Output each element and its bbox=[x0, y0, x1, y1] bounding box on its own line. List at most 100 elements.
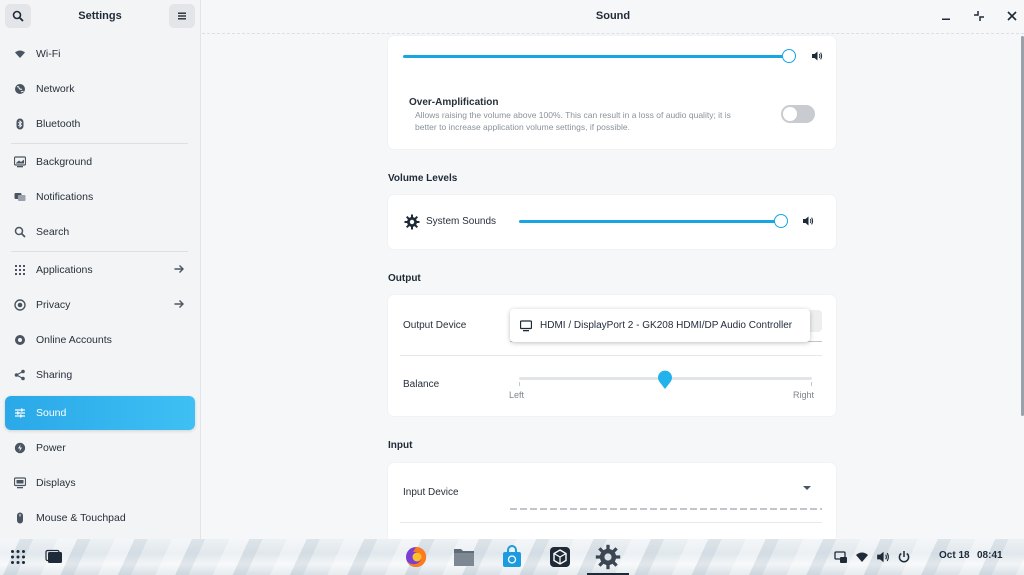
sidebar-item-search[interactable]: Search bbox=[5, 215, 195, 249]
monitor-icon bbox=[520, 319, 532, 331]
sidebar-item-mouse-touchpad[interactable]: Mouse & Touchpad bbox=[5, 501, 195, 535]
sidebar-item-label: Bluetooth bbox=[36, 118, 81, 130]
notifications-icon bbox=[14, 191, 26, 203]
balance-tick bbox=[811, 382, 812, 386]
app-grid-button[interactable] bbox=[10, 549, 26, 565]
wifi-icon bbox=[856, 552, 868, 562]
over-amplification-title: Over-Amplification bbox=[409, 97, 499, 108]
software-store-button[interactable] bbox=[500, 545, 524, 569]
sidebar-item-notifications[interactable]: Notifications bbox=[5, 180, 195, 214]
clock-date[interactable]: Oct 18 bbox=[939, 550, 970, 561]
unity-icon bbox=[550, 547, 570, 567]
sidebar-item-label: Applications bbox=[36, 264, 93, 276]
output-volume-slider[interactable] bbox=[403, 55, 789, 58]
bluetooth-icon bbox=[14, 118, 26, 130]
sidebar-item-sharing[interactable]: Sharing bbox=[5, 358, 195, 392]
balance-label: Balance bbox=[403, 379, 440, 390]
screen-icon bbox=[834, 551, 847, 563]
over-amplification-description: Allows raising the volume above 100%. Th… bbox=[415, 110, 731, 120]
volume-levels-heading: Volume Levels bbox=[388, 173, 458, 184]
power-icon bbox=[898, 551, 910, 563]
workspaces-button[interactable] bbox=[45, 549, 63, 565]
sidebar-item-online-accounts[interactable]: Online Accounts bbox=[5, 323, 195, 357]
firefox-button[interactable] bbox=[404, 545, 428, 569]
balance-tick bbox=[519, 382, 520, 386]
page-title: Sound bbox=[595, 10, 631, 22]
speaker-icon bbox=[811, 50, 823, 62]
system-sounds-label: System Sounds bbox=[426, 216, 497, 227]
sound-panel: Sound Over-Amplification Allows raising … bbox=[202, 0, 1024, 539]
dropdown-arrow-icon[interactable] bbox=[802, 484, 812, 492]
minimize-button[interactable] bbox=[940, 10, 952, 22]
sidebar-separator bbox=[11, 143, 188, 144]
clock-time[interactable]: 08:41 bbox=[977, 550, 1003, 561]
sidebar-item-label: Sound bbox=[36, 407, 67, 419]
unity-button[interactable] bbox=[548, 545, 572, 569]
sidebar-item-label: Online Accounts bbox=[36, 334, 112, 346]
output-volume-card: Over-Amplification Allows raising the vo… bbox=[388, 36, 836, 149]
sidebar-item-bluetooth[interactable]: Bluetooth bbox=[5, 107, 195, 141]
sidebar-item-applications[interactable]: Applications bbox=[5, 253, 195, 287]
taskbar: Oct 18 08:41 bbox=[0, 539, 1024, 575]
privacy-icon bbox=[14, 299, 26, 311]
output-device-option[interactable]: HDMI / DisplayPort 2 - GK208 HDMI/DP Aud… bbox=[540, 320, 792, 331]
displays-icon bbox=[14, 477, 26, 489]
share-icon bbox=[14, 369, 26, 381]
row-divider bbox=[400, 522, 822, 523]
sidebar-item-sound[interactable]: Sound bbox=[5, 396, 195, 430]
hamburger-icon bbox=[178, 12, 186, 20]
restore-icon bbox=[974, 11, 984, 21]
system-sounds-slider[interactable] bbox=[519, 220, 781, 223]
sound-icon bbox=[14, 407, 26, 419]
output-volume-knob[interactable] bbox=[782, 49, 796, 63]
system-sounds-knob[interactable] bbox=[774, 214, 788, 228]
sidebar-item-privacy[interactable]: Privacy bbox=[5, 288, 195, 322]
row-divider bbox=[400, 355, 822, 356]
sidebar-item-network[interactable]: Network bbox=[5, 72, 195, 106]
gear-icon bbox=[404, 214, 420, 230]
volume-levels-card: System Sounds bbox=[388, 195, 836, 249]
input-device-label: Input Device bbox=[403, 487, 459, 498]
files-button[interactable] bbox=[452, 545, 476, 569]
wifi-tray-button[interactable] bbox=[855, 550, 869, 564]
main-header: Sound bbox=[202, 0, 1024, 34]
power-icon bbox=[14, 442, 26, 454]
balance-knob[interactable] bbox=[657, 370, 673, 390]
firefox-icon bbox=[406, 546, 427, 567]
sidebar-item-wifi[interactable]: Wi-Fi bbox=[5, 37, 195, 71]
balance-left-label: Left bbox=[509, 390, 525, 400]
power-tray-button[interactable] bbox=[897, 550, 911, 564]
network-icon bbox=[14, 83, 26, 95]
sidebar-item-displays[interactable]: Displays bbox=[5, 466, 195, 500]
over-amplification-toggle[interactable] bbox=[781, 105, 815, 123]
volume-icon bbox=[877, 551, 889, 563]
screen-tray-button[interactable] bbox=[834, 550, 848, 564]
input-heading: Input bbox=[388, 440, 413, 451]
wifi-icon bbox=[14, 48, 26, 60]
sidebar-item-label: Displays bbox=[36, 477, 76, 489]
input-device-placeholder[interactable] bbox=[510, 508, 822, 510]
restore-button[interactable] bbox=[973, 10, 985, 22]
sidebar-item-label: Notifications bbox=[36, 191, 94, 203]
settings-button[interactable] bbox=[595, 544, 621, 570]
applications-icon bbox=[14, 264, 26, 276]
sidebar-item-label: Wi-Fi bbox=[36, 48, 61, 60]
sidebar-separator bbox=[11, 251, 188, 252]
mouse-icon bbox=[14, 512, 26, 524]
sidebar-item-label: Mouse & Touchpad bbox=[36, 512, 126, 524]
output-device-label: Output Device bbox=[403, 320, 467, 331]
sidebar-item-label: Search bbox=[36, 226, 70, 238]
sidebar-header: Settings bbox=[0, 0, 200, 34]
menu-button[interactable] bbox=[169, 4, 195, 28]
output-heading: Output bbox=[388, 273, 421, 284]
sidebar-item-label: Sharing bbox=[36, 369, 73, 381]
app-grid-icon bbox=[11, 550, 25, 564]
volume-tray-button[interactable] bbox=[876, 550, 890, 564]
sidebar-item-power[interactable]: Power bbox=[5, 431, 195, 465]
over-amplification-description: better to increase application volume se… bbox=[415, 122, 630, 132]
close-button[interactable] bbox=[1006, 10, 1018, 22]
balance-right-label: Right bbox=[793, 390, 815, 400]
workspaces-icon bbox=[45, 549, 62, 563]
output-device-popup[interactable]: HDMI / DisplayPort 2 - GK208 HDMI/DP Aud… bbox=[510, 309, 810, 342]
sidebar-item-background[interactable]: Background bbox=[5, 145, 195, 179]
